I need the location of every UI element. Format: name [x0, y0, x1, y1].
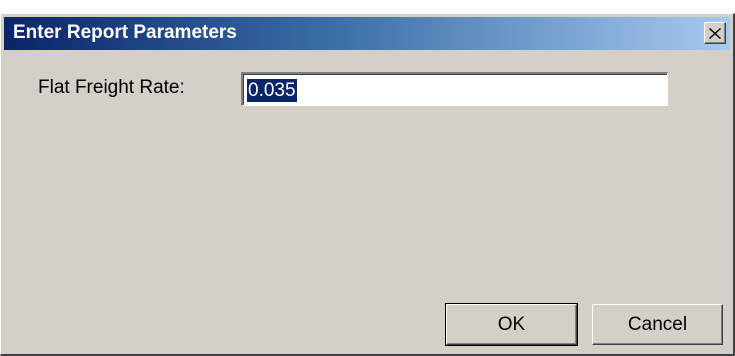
flat-freight-rate-value[interactable]: 0.035	[247, 79, 297, 102]
cancel-button[interactable]: Cancel	[592, 304, 723, 345]
title-bar[interactable]: Enter Report Parameters	[4, 17, 730, 50]
flat-freight-rate-input[interactable]: 0.035	[241, 72, 668, 106]
ok-button[interactable]: OK	[445, 303, 578, 346]
close-x-icon	[709, 27, 721, 39]
dialog-title: Enter Report Parameters	[13, 22, 237, 43]
report-parameters-dialog: Enter Report Parameters Flat Freight Rat…	[0, 13, 735, 356]
close-button[interactable]	[704, 22, 726, 44]
flat-freight-rate-label: Flat Freight Rate:	[38, 77, 185, 98]
